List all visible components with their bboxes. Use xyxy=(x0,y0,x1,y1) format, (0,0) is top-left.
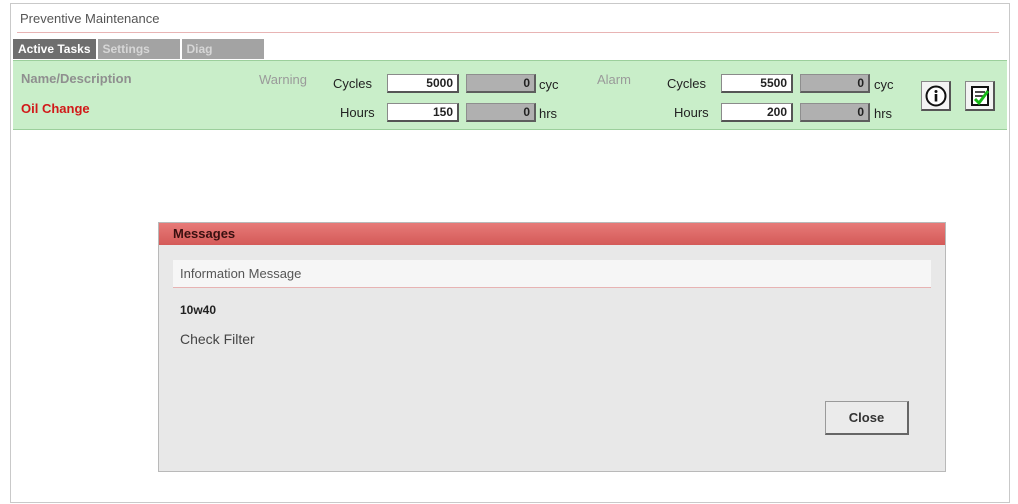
tab-active-tasks[interactable]: Active Tasks xyxy=(13,39,96,59)
messages-dialog: Messages Information Message 10w40 Check… xyxy=(158,222,946,472)
alarm-hours-current: 0 xyxy=(800,103,870,122)
title-divider xyxy=(17,32,999,33)
alarm-label: Alarm xyxy=(597,72,631,87)
warning-label: Warning xyxy=(259,72,307,87)
checklist-button[interactable] xyxy=(965,81,995,111)
info-button[interactable] xyxy=(921,81,951,111)
tab-diag[interactable]: Diag xyxy=(181,39,264,59)
tab-bar: Active Tasks Settings Diag xyxy=(13,39,266,59)
warning-hours-label: Hours xyxy=(340,105,375,120)
alarm-cycles-label: Cycles xyxy=(667,76,707,91)
message-line-2: Check Filter xyxy=(180,331,255,347)
warning-cycles-current: 0 xyxy=(466,74,536,93)
alarm-cycles-input[interactable]: 5500 xyxy=(721,74,793,93)
warning-cycles-unit: cyc xyxy=(539,77,559,92)
name-description-header: Name/Description xyxy=(21,71,132,86)
info-icon xyxy=(925,85,946,106)
window-title: Preventive Maintenance xyxy=(20,11,160,26)
dialog-subtitle: Information Message xyxy=(173,260,931,288)
alarm-hours-label: Hours xyxy=(674,105,709,120)
alarm-cycles-current: 0 xyxy=(800,74,870,93)
warning-hours-input[interactable]: 150 xyxy=(387,103,459,122)
message-line-1: 10w40 xyxy=(180,303,217,317)
checklist-icon xyxy=(970,85,989,106)
alarm-hours-unit: hrs xyxy=(874,106,893,121)
alarm-cycles-unit: cyc xyxy=(874,77,894,92)
task-name: Oil Change xyxy=(21,101,90,116)
warning-hours-current: 0 xyxy=(466,103,536,122)
task-row: Name/Description Oil Change Warning Cycl… xyxy=(13,60,1007,130)
close-button[interactable]: Close xyxy=(825,401,909,435)
alarm-hours-input[interactable]: 200 xyxy=(721,103,793,122)
warning-cycles-label: Cycles xyxy=(333,76,373,91)
warning-cycles-input[interactable]: 5000 xyxy=(387,74,459,93)
warning-hours-unit: hrs xyxy=(539,106,558,121)
dialog-title: Messages xyxy=(159,223,945,245)
tab-settings[interactable]: Settings xyxy=(97,39,180,59)
